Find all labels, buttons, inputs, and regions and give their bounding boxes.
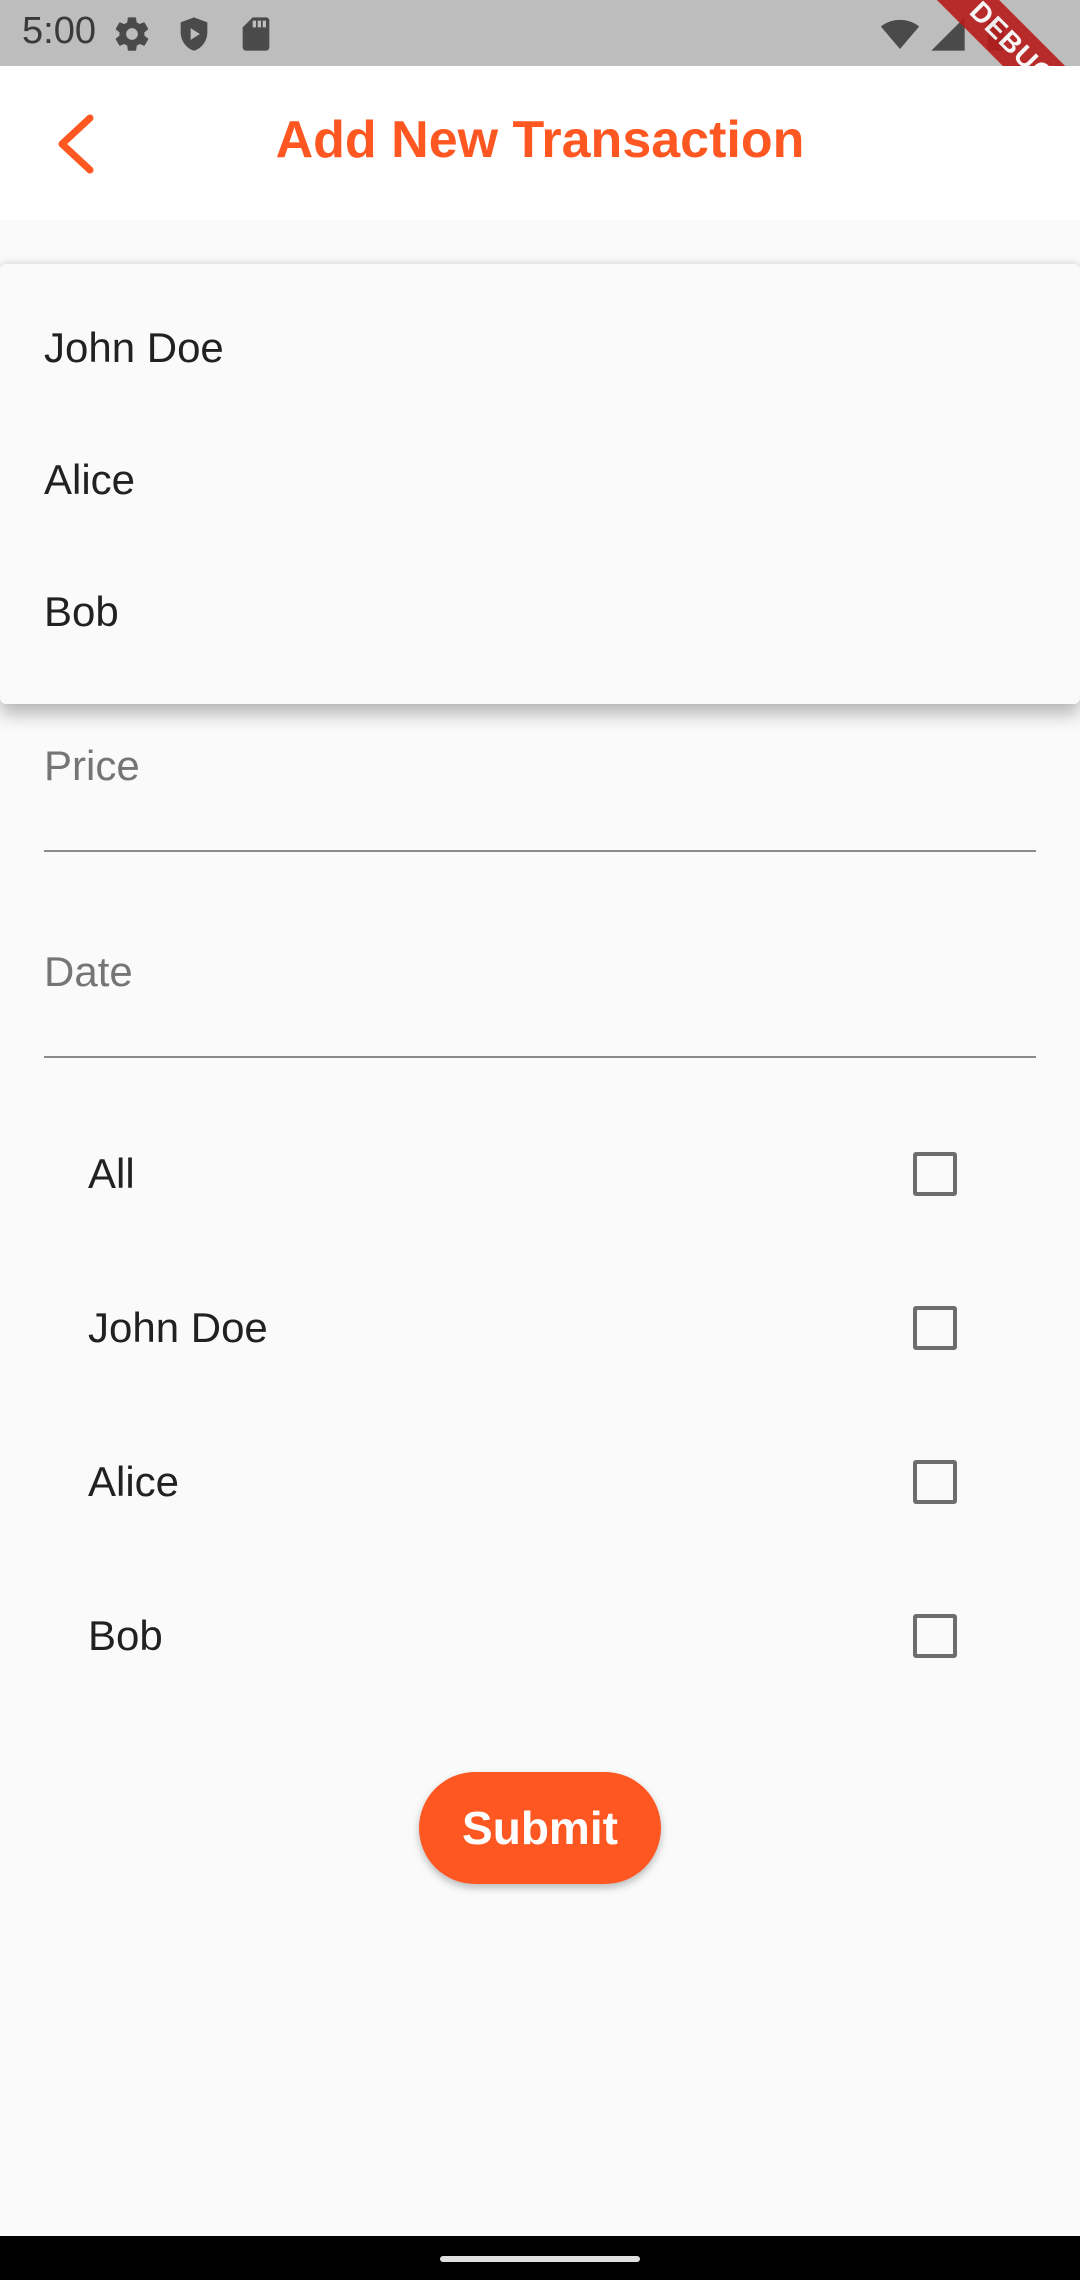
page-title: Add New Transaction: [275, 111, 805, 169]
home-indicator[interactable]: [440, 2256, 640, 2262]
dropdown-option-bob[interactable]: Bob: [44, 588, 119, 636]
checkbox-alice[interactable]: [913, 1460, 957, 1504]
price-label: Price: [44, 742, 140, 789]
sd-card-icon: [236, 14, 276, 54]
status-time: 5:00: [22, 10, 96, 52]
submit-button[interactable]: Submit: [419, 1772, 661, 1884]
checkbox-row-bob[interactable]: Bob: [0, 1564, 1080, 1714]
price-field[interactable]: Price: [44, 742, 1036, 852]
checkbox-all[interactable]: [913, 1152, 957, 1196]
checkbox-bob[interactable]: [913, 1614, 957, 1658]
navigation-bar: [0, 2236, 1080, 2280]
date-label: Date: [44, 948, 133, 995]
checkbox-label: Bob: [88, 1612, 163, 1659]
checkbox-row-john-doe[interactable]: John Doe: [0, 1256, 1080, 1406]
gear-icon: [112, 14, 152, 54]
dropdown-option-john-doe[interactable]: John Doe: [44, 324, 224, 372]
price-underline: [44, 850, 1036, 852]
wifi-icon: [880, 14, 920, 54]
shield-play-icon: [174, 14, 214, 54]
app-bar: Add New Transaction: [0, 66, 1080, 220]
dropdown-option-alice[interactable]: Alice: [44, 456, 135, 504]
checkbox-label: Alice: [88, 1458, 180, 1505]
checkbox-label: All: [88, 1150, 135, 1197]
checkbox-label: John Doe: [88, 1304, 268, 1351]
status-bar: 5:00 DEBUG: [0, 0, 1080, 152]
checkbox-row-all[interactable]: All: [0, 1102, 1080, 1252]
checkbox-row-alice[interactable]: Alice: [0, 1410, 1080, 1560]
checkbox-john-doe[interactable]: [913, 1306, 957, 1350]
date-field[interactable]: Date: [44, 948, 1036, 1058]
date-underline: [44, 1056, 1036, 1058]
screen: 5:00 DEBUG Add New Transaction Price Dat…: [0, 0, 1080, 2280]
dropdown-menu: John Doe Alice Bob: [0, 264, 1080, 704]
